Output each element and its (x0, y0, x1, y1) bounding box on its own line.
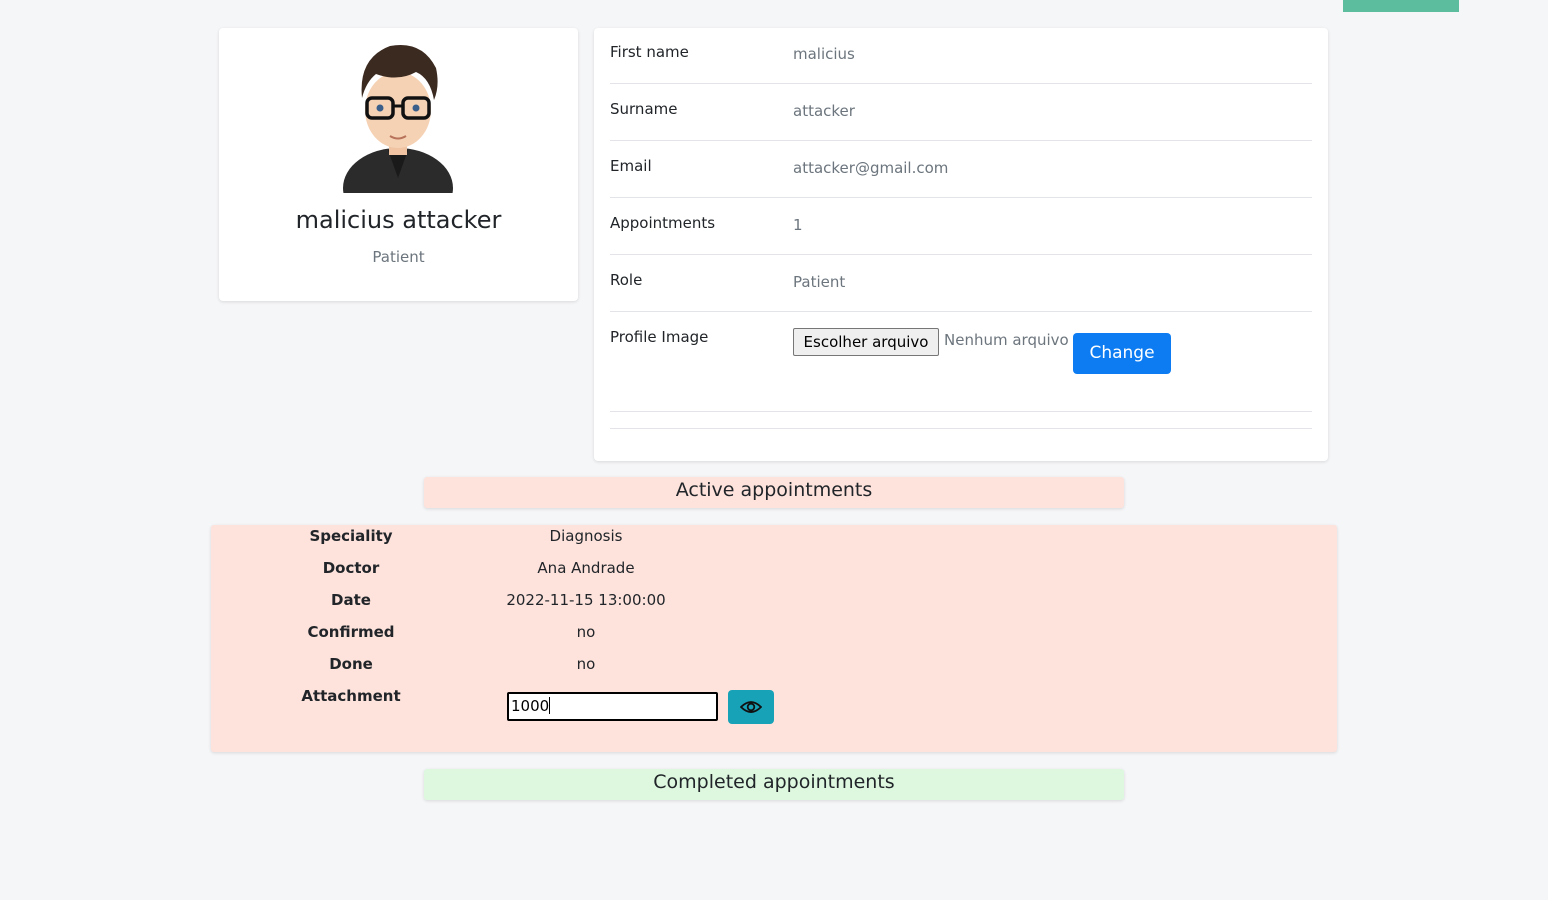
speciality-label: Speciality (309, 527, 393, 545)
choose-file-button[interactable]: Escolher arquivo (793, 328, 939, 356)
eye-icon (740, 701, 762, 713)
divider (610, 428, 1312, 429)
email-label: Email (610, 157, 652, 175)
avatar-face (365, 72, 431, 148)
surname-value: attacker (793, 102, 855, 120)
attachment-label: Attachment (301, 687, 401, 705)
doctor-value: Ana Andrade (537, 559, 635, 577)
first-name-value: malicius (793, 45, 855, 63)
active-appointments-title: Active appointments (424, 477, 1124, 508)
done-value: no (576, 655, 596, 673)
profile-name: malicius attacker (295, 206, 502, 234)
confirmed-label: Confirmed (307, 623, 395, 641)
row-role: Role Patient (610, 268, 1312, 312)
file-status-text: Nenhum arquivo escolhido (944, 331, 1073, 349)
row-first-name: First name malicius (610, 40, 1312, 84)
avatar (343, 44, 453, 193)
attachment-id-value: 1000 (511, 697, 550, 715)
role-label: Role (610, 271, 643, 289)
speciality-value: Diagnosis (549, 527, 623, 545)
date-value: 2022-11-15 13:00:00 (506, 591, 666, 609)
date-label: Date (331, 591, 371, 609)
profile-image-label: Profile Image (610, 328, 709, 346)
text-caret (549, 697, 551, 714)
top-nav-strip[interactable] (1343, 0, 1459, 12)
email-value: attacker@gmail.com (793, 159, 949, 177)
row-appointments: Appointments 1 (610, 211, 1312, 255)
surname-label: Surname (610, 100, 678, 118)
role-value: Patient (793, 273, 846, 291)
profile-role: Patient (372, 248, 425, 266)
view-attachment-button[interactable] (728, 690, 774, 724)
doctor-label: Doctor (322, 559, 380, 577)
completed-appointments-title: Completed appointments (424, 769, 1124, 800)
done-label: Done (329, 655, 373, 673)
appointments-value: 1 (793, 216, 803, 234)
row-email: Email attacker@gmail.com (610, 154, 1312, 198)
appointments-label: Appointments (610, 214, 716, 232)
change-image-button[interactable]: Change (1073, 333, 1171, 374)
attachment-id-input[interactable]: 1000 (507, 692, 718, 721)
row-surname: Surname attacker (610, 97, 1312, 141)
confirmed-value: no (576, 623, 596, 641)
first-name-label: First name (610, 43, 689, 61)
